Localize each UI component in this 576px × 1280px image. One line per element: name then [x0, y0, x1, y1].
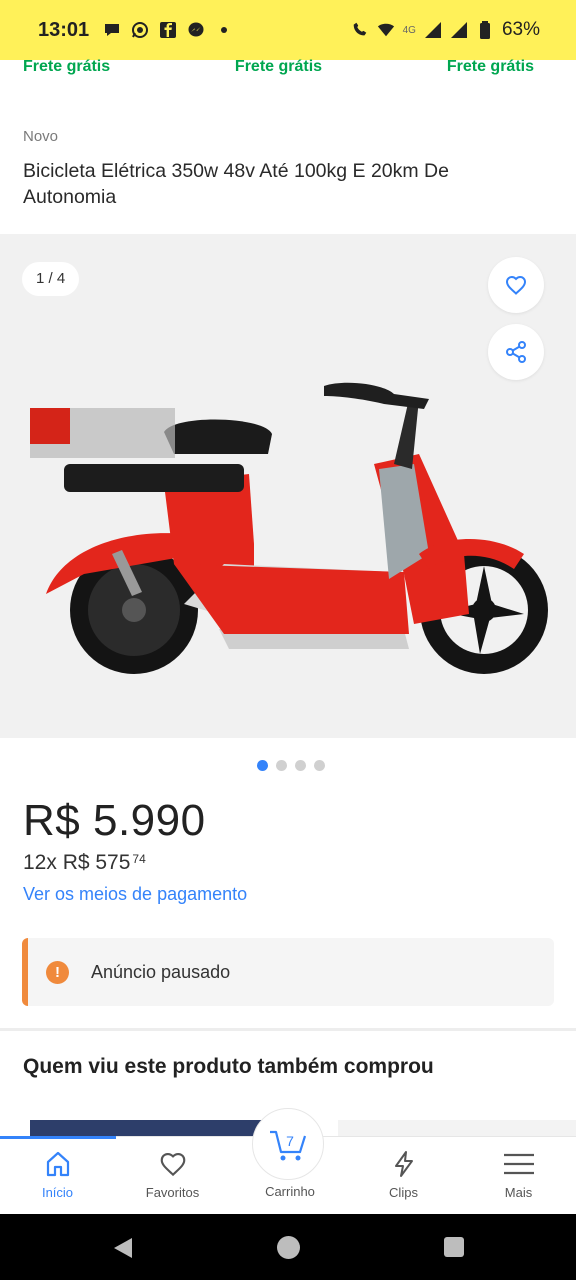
system-status-icons: 4G 63% [351, 19, 540, 41]
recommendation-card[interactable] [30, 1120, 270, 1136]
installments-cents: 74 [132, 852, 146, 866]
nav-item-more[interactable]: Mais [461, 1137, 576, 1215]
cart-badge: 7 [286, 1133, 294, 1149]
nav-item-favorites[interactable]: Favoritos [115, 1137, 230, 1215]
wifi-icon [377, 21, 395, 39]
pagination-dot[interactable] [295, 760, 306, 771]
facebook-icon [159, 21, 177, 39]
battery-percent: 63% [501, 19, 540, 40]
menu-icon [503, 1153, 534, 1175]
heart-icon [160, 1152, 185, 1177]
image-counter: 1 / 4 [22, 262, 80, 296]
free-shipping-label: Frete grátis [23, 58, 111, 75]
nav-item-label: Carrinho [265, 1184, 315, 1199]
payment-methods-link[interactable]: Ver os meios de pagamento [23, 884, 247, 905]
cart-icon: 7 [270, 1130, 307, 1161]
gallery-pagination [0, 760, 576, 771]
recents-icon[interactable] [444, 1237, 464, 1257]
battery-icon [476, 21, 494, 39]
pagination-dot[interactable] [314, 760, 325, 771]
free-shipping-label: Frete grátis [446, 58, 534, 75]
product-image[interactable] [24, 304, 554, 674]
product-gallery[interactable]: 1 / 4 [0, 234, 576, 738]
nav-item-label: Favoritos [145, 1185, 200, 1200]
network-type: 4G [402, 24, 416, 36]
paused-notice: ! Anúncio pausado [22, 938, 554, 1006]
pagination-dot[interactable] [257, 760, 268, 771]
nav-item-label: Mais [504, 1185, 533, 1200]
app-screen: 13:01 4G 63% Frete grátis Frete grátis F… [0, 0, 576, 1280]
dot-icon [215, 21, 233, 39]
paused-notice-text: Anúncio pausado [91, 961, 231, 982]
recommendations-title: Quem viu este produto também comprou [23, 1055, 434, 1078]
installments: 12x R$ 575 74 [23, 851, 146, 875]
home-button-icon[interactable] [277, 1236, 300, 1259]
whatsapp-icon [131, 21, 149, 39]
call-wifi-icon [351, 21, 369, 39]
pagination-dot[interactable] [276, 760, 287, 771]
signal-icon-2 [450, 21, 468, 39]
nav-item-label: Clips [389, 1185, 418, 1200]
shipping-labels-row: Frete grátis Frete grátis Frete grátis [0, 58, 576, 82]
nav-item-home[interactable]: Início [0, 1137, 115, 1215]
chat-icon [103, 21, 121, 39]
section-divider [0, 1028, 576, 1031]
product-condition: Novo [23, 128, 59, 145]
installments-amount: 12x R$ 575 [23, 851, 131, 874]
product-title: Bicicleta Elétrica 350w 48v Até 100kg E … [23, 160, 449, 208]
lightning-icon [394, 1151, 413, 1177]
status-bar: 13:01 4G 63% [0, 0, 576, 60]
messenger-icon [187, 21, 205, 39]
warning-icon: ! [46, 960, 69, 984]
heart-icon [505, 275, 527, 295]
nav-item-label: Início [41, 1185, 74, 1200]
nav-item-clips[interactable]: Clips [346, 1137, 461, 1215]
back-icon[interactable] [112, 1236, 134, 1260]
system-nav-bar [0, 1214, 576, 1280]
status-time: 13:01 [38, 18, 90, 41]
home-icon [46, 1151, 69, 1177]
notification-icons [103, 21, 233, 39]
nav-item-cart[interactable]: 7 [252, 1108, 324, 1180]
signal-icon [424, 21, 442, 39]
price: R$ 5.990 [23, 796, 206, 845]
free-shipping-label: Frete grátis [234, 58, 323, 75]
recommendation-card[interactable] [338, 1120, 576, 1136]
